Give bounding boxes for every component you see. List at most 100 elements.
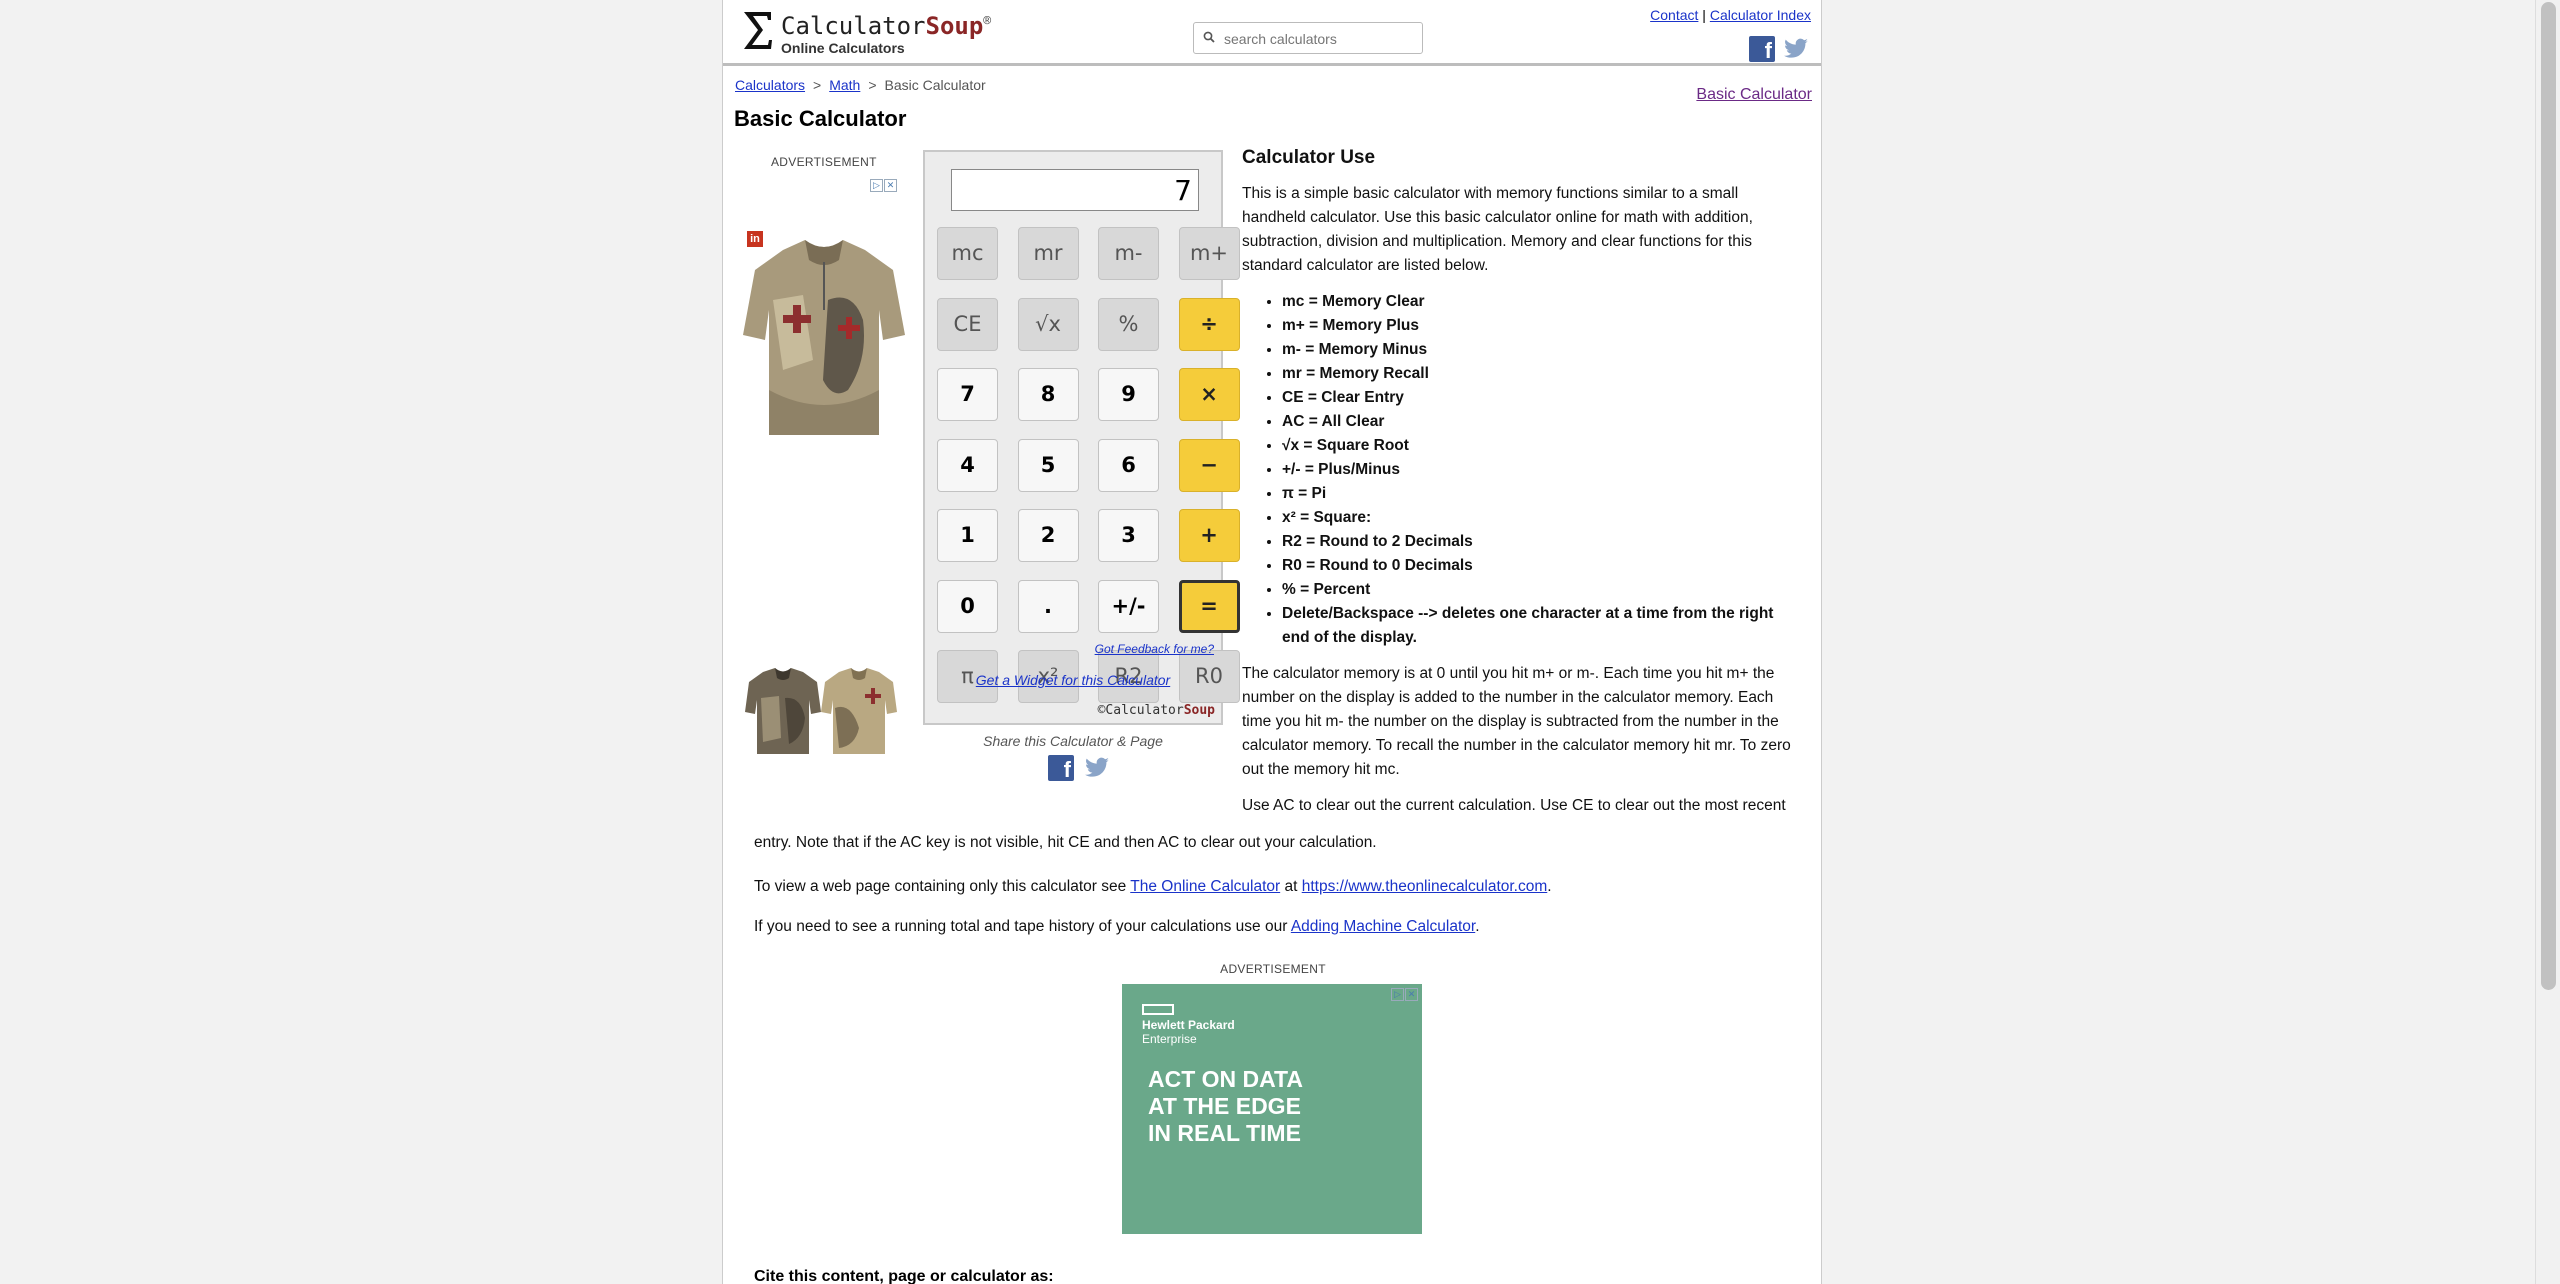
breadcrumb-calculators[interactable]: Calculators	[735, 77, 805, 93]
key-equals[interactable]: =	[1178, 579, 1240, 633]
cite-heading: Cite this content, page or calculator as…	[754, 1268, 1054, 1284]
ad-brand-line1: Hewlett Packard	[1142, 1018, 1235, 1032]
feedback-link[interactable]: Got Feedback for me?	[1095, 642, 1214, 656]
hpe-banner-ad[interactable]: Hewlett Packard Enterprise ACT ON DATA A…	[1122, 984, 1422, 1234]
key-multiply[interactable]: ×	[1178, 368, 1240, 421]
basic-calculator-link-container: Basic Calculator	[1696, 86, 1812, 104]
online-calculator-link[interactable]: The Online Calculator	[1130, 878, 1280, 895]
site-header: CalculatorSoup® Online Calculators Conta…	[723, 0, 1821, 66]
clear-paragraph-continued: entry. Note that if the AC key is not vi…	[754, 834, 1377, 851]
scrollbar-thumb[interactable]	[2541, 2, 2556, 990]
share-twitter-icon[interactable]	[1084, 755, 1110, 781]
function-list-item: R0 = Round to 0 Decimals	[1282, 554, 1804, 578]
key-digit-1[interactable]: 1	[937, 509, 998, 562]
function-list-item: √x = Square Root	[1282, 434, 1804, 458]
key-digit-7[interactable]: 7	[937, 368, 998, 421]
key-memory-clear[interactable]: mc	[937, 227, 998, 280]
calculator-use-section: Calculator Use This is a simple basic ca…	[1242, 146, 1804, 830]
page-title: Basic Calculator	[734, 106, 907, 131]
function-list-item: mr = Memory Recall	[1282, 362, 1804, 386]
function-list-item: % = Percent	[1282, 578, 1804, 602]
key-digit-0[interactable]: 0	[937, 579, 998, 633]
social-links-top: f	[1741, 36, 1809, 62]
adchoices-icon[interactable]: ▷ ✕	[1390, 984, 1420, 1001]
function-list-item: mc = Memory Clear	[1282, 290, 1804, 314]
clear-paragraph-start: Use AC to clear out the current calculat…	[1242, 797, 1786, 814]
function-list-item: m+ = Memory Plus	[1282, 314, 1804, 338]
key-square-root[interactable]: √x	[1017, 297, 1079, 351]
key-percent[interactable]: %	[1098, 297, 1159, 351]
key-digit-4[interactable]: 4	[937, 438, 998, 492]
function-list-item: +/- = Plus/Minus	[1282, 458, 1804, 482]
key-decimal[interactable]: .	[1017, 579, 1079, 633]
feedback-link-container: Got Feedback for me?	[1095, 642, 1214, 656]
adchoices-icon[interactable]: ▷ ✕	[869, 175, 899, 192]
page: CalculatorSoup® Online Calculators Conta…	[722, 0, 1822, 1284]
calculator-copyright: ©CalculatorSoup	[1097, 703, 1215, 718]
online-calculator-url-link[interactable]: https://www.theonlinecalculator.com	[1302, 878, 1548, 895]
ad-headline: ACT ON DATA AT THE EDGE IN REAL TIME	[1148, 1066, 1304, 1146]
memory-paragraph: The calculator memory is at 0 until you …	[1242, 665, 1791, 778]
ad-shirt-thumbnail-1[interactable]	[745, 668, 821, 756]
key-digit-8[interactable]: 8	[1017, 368, 1079, 421]
key-digit-5[interactable]: 5	[1017, 438, 1079, 492]
twitter-icon[interactable]	[1783, 36, 1809, 62]
search-icon	[1203, 31, 1215, 43]
key-digit-6[interactable]: 6	[1098, 438, 1159, 492]
ad-label-bottom: ADVERTISEMENT	[1220, 962, 1326, 976]
adding-machine-link[interactable]: Adding Machine Calculator	[1291, 918, 1475, 935]
key-digit-9[interactable]: 9	[1098, 368, 1159, 421]
contact-link[interactable]: Contact	[1650, 7, 1698, 23]
site-logo[interactable]: CalculatorSoup®	[781, 12, 991, 40]
online-calculator-paragraph: To view a web page containing only this …	[754, 878, 1552, 895]
function-list-item: m- = Memory Minus	[1282, 338, 1804, 362]
share-label: Share this Calculator & Page	[983, 733, 1163, 749]
function-list-item: Delete/Backspace --> deletes one charact…	[1282, 602, 1804, 650]
share-icons: f	[1048, 755, 1120, 786]
breadcrumb: Calculators > Math > Basic Calculator	[735, 77, 986, 93]
key-memory-recall[interactable]: mr	[1017, 227, 1079, 280]
key-add[interactable]: +	[1178, 509, 1240, 562]
key-digit-3[interactable]: 3	[1098, 509, 1159, 562]
share-facebook-icon[interactable]: f	[1048, 755, 1074, 781]
copyright-accent: Soup	[1183, 703, 1215, 718]
calculator-index-link[interactable]: Calculator Index	[1710, 7, 1811, 23]
adding-machine-paragraph: If you need to see a running total and t…	[754, 918, 1480, 935]
logo-subtitle: Online Calculators	[781, 40, 905, 56]
key-clear-entry[interactable]: CE	[937, 297, 998, 351]
function-list-item: R2 = Round to 2 Decimals	[1282, 530, 1804, 554]
function-list-item: x² = Square:	[1282, 506, 1804, 530]
key-plus-minus[interactable]: +/-	[1098, 579, 1159, 633]
calculator-display[interactable]: 7	[951, 169, 1199, 211]
scrollbar[interactable]	[2535, 0, 2560, 1284]
function-list-item: CE = Clear Entry	[1282, 386, 1804, 410]
key-memory-plus[interactable]: m+	[1178, 227, 1240, 280]
ad-shirt-thumbnail-2[interactable]	[821, 668, 897, 756]
key-subtract[interactable]: −	[1178, 438, 1240, 492]
function-list: mc = Memory Clearm+ = Memory Plusm- = Me…	[1242, 290, 1804, 650]
function-list-item: AC = All Clear	[1282, 410, 1804, 434]
key-digit-2[interactable]: 2	[1017, 509, 1079, 562]
key-divide[interactable]: ÷	[1178, 297, 1240, 351]
basic-calculator: 7 mc mr m-m+ CE √x% ÷ 7 8 9 × 4 5 6−1 2 3 +0. +/- = π x² R2 R…	[923, 150, 1240, 725]
breadcrumb-separator: >	[813, 77, 822, 93]
facebook-icon[interactable]: f	[1749, 36, 1775, 62]
widget-link-container: Get a Widget for this Calculator	[925, 672, 1221, 688]
ad-brand-line2: Enterprise	[1142, 1032, 1197, 1046]
key-memory-minus[interactable]: m-	[1098, 227, 1159, 280]
basic-calculator-link[interactable]: Basic Calculator	[1696, 86, 1812, 103]
ad-label-left: ADVERTISEMENT	[771, 155, 877, 169]
breadcrumb-separator: >	[868, 77, 877, 93]
search-box[interactable]	[1193, 22, 1423, 54]
calculator-use-heading: Calculator Use	[1242, 147, 1376, 168]
sigma-logo-icon[interactable]	[741, 8, 775, 52]
logo-registered: ®	[983, 14, 992, 29]
header-link-separator: |	[1702, 7, 1706, 23]
search-input[interactable]	[1222, 27, 1421, 51]
ad-shirt-image[interactable]	[743, 240, 905, 440]
header-links: Contact | Calculator Index	[1650, 7, 1811, 23]
intro-paragraph: This is a simple basic calculator with m…	[1242, 185, 1753, 274]
hpe-logo-icon	[1142, 1004, 1174, 1015]
breadcrumb-math[interactable]: Math	[829, 77, 860, 93]
widget-link[interactable]: Get a Widget for this Calculator	[976, 672, 1170, 688]
